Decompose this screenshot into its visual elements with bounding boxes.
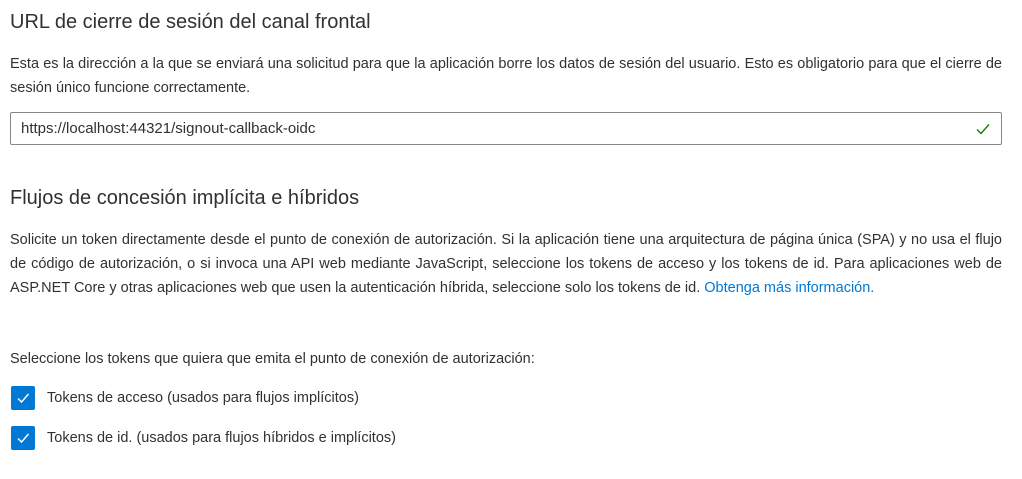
checkmark-icon bbox=[975, 121, 991, 137]
checkmark-icon bbox=[17, 393, 30, 404]
token-select-label: Seleccione los tokens que quiera que emi… bbox=[10, 351, 535, 367]
access-tokens-option[interactable]: Tokens de acceso (usados para flujos imp… bbox=[10, 386, 359, 410]
implicit-flows-title: Flujos de concesión implícita e híbridos bbox=[10, 187, 360, 209]
access-tokens-label: Tokens de acceso (usados para flujos imp… bbox=[47, 390, 359, 406]
implicit-flows-description: Solicite un token directamente desde el … bbox=[10, 228, 1002, 300]
access-tokens-checkbox[interactable] bbox=[11, 386, 35, 410]
id-tokens-option[interactable]: Tokens de id. (usados para flujos híbrid… bbox=[10, 426, 396, 450]
learn-more-link[interactable]: Obtenga más información. bbox=[704, 280, 874, 296]
logout-url-input[interactable] bbox=[21, 113, 951, 144]
logout-url-title: URL de cierre de sesión del canal fronta… bbox=[10, 11, 371, 33]
logout-url-field[interactable] bbox=[10, 112, 1002, 145]
id-tokens-label: Tokens de id. (usados para flujos híbrid… bbox=[47, 430, 396, 446]
checkmark-icon bbox=[17, 433, 30, 444]
logout-url-description: Esta es la dirección a la que se enviará… bbox=[10, 56, 1002, 96]
id-tokens-checkbox[interactable] bbox=[11, 426, 35, 450]
